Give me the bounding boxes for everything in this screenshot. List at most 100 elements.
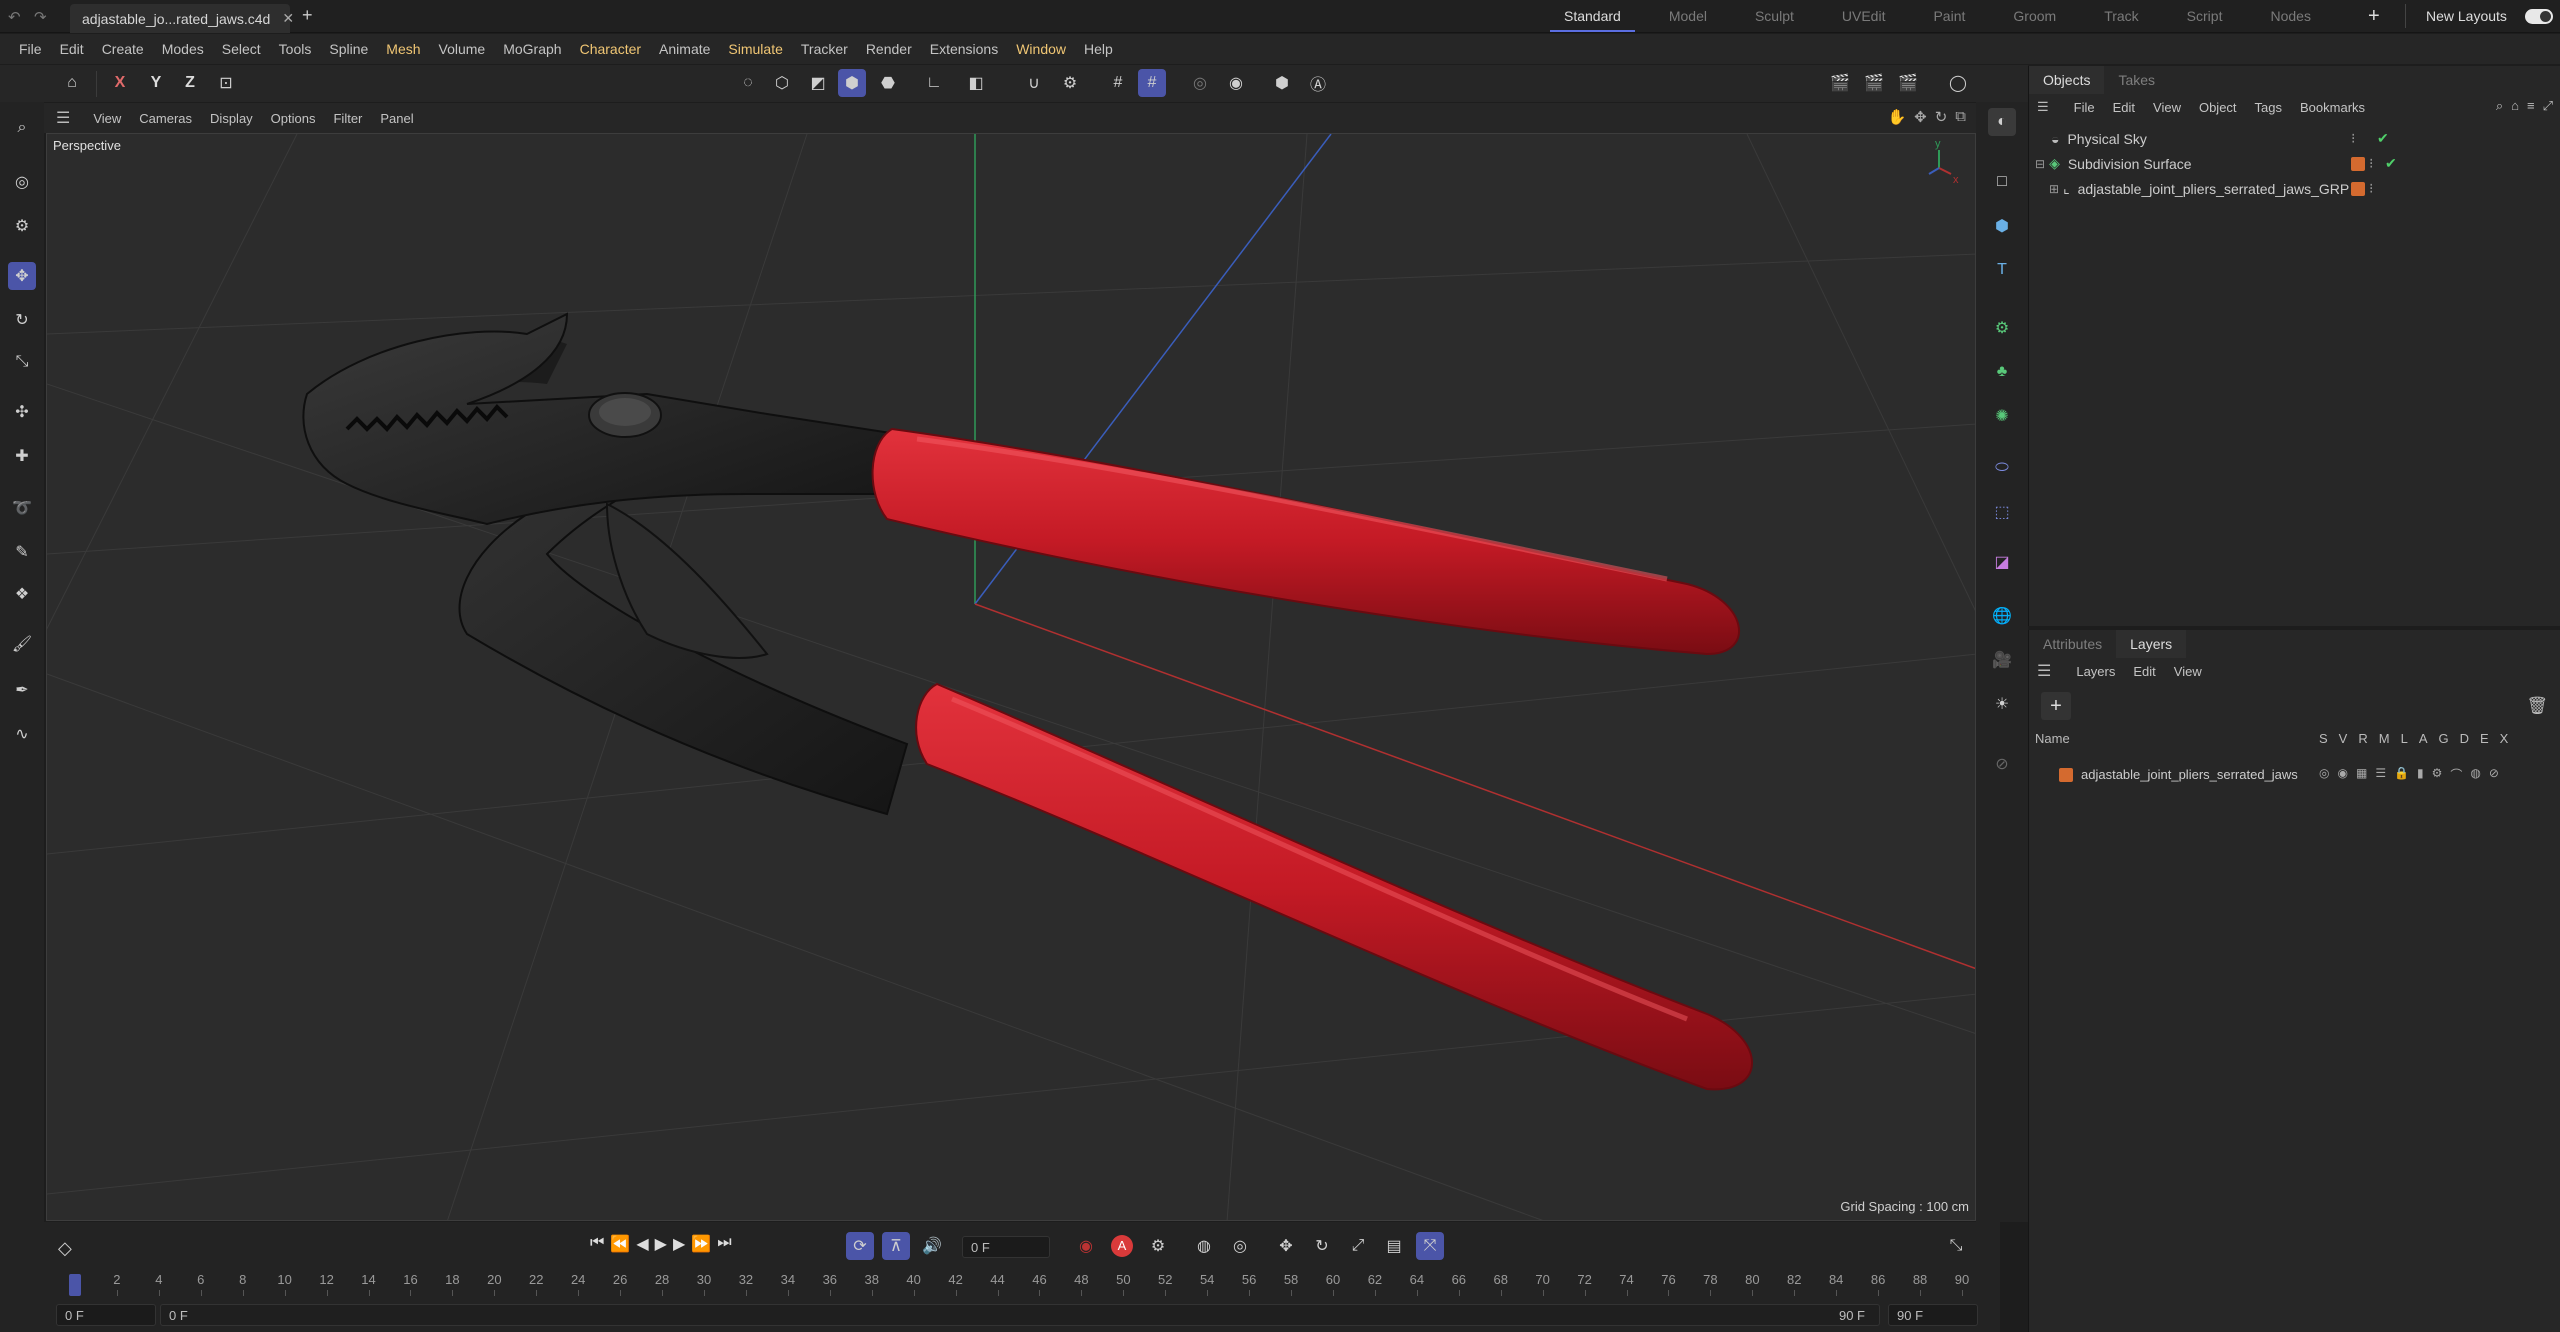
3d-viewport[interactable]: Perspective y x Grid Spacing : 100 cm [46, 133, 1976, 1221]
undo-view-icon[interactable]: ⌂ [58, 69, 86, 97]
viewport-menu-display[interactable]: Display [201, 111, 262, 126]
viewport-hamburger-icon[interactable]: ☰ [56, 108, 70, 128]
menu-spline[interactable]: Spline [320, 41, 377, 57]
render-object-icon[interactable]: ⬢ [1268, 69, 1296, 97]
deformer-icon[interactable]: ⬭ [1988, 454, 2016, 482]
menu-animate[interactable]: Animate [650, 41, 719, 57]
delete-layer-icon[interactable]: 🗑 [2526, 696, 2548, 716]
layer-menu-view[interactable]: View [2165, 664, 2211, 679]
uv-mode-icon[interactable]: ⬣ [874, 69, 902, 97]
transform-tool-icon[interactable]: ✣ [8, 398, 36, 426]
deformer-flag-icon[interactable]: ⌒ [2450, 766, 2462, 783]
expand-icon[interactable]: ⊞ [2049, 182, 2059, 196]
menu-simulate[interactable]: Simulate [719, 41, 791, 57]
layer-menu-layers[interactable]: Layers [2067, 664, 2124, 679]
menu-modes[interactable]: Modes [153, 41, 213, 57]
enabled-check-icon[interactable]: ✔ [2385, 155, 2397, 172]
add-tab-button[interactable]: + [302, 5, 313, 26]
layout-tab-groom[interactable]: Groom [1989, 0, 2080, 33]
render-flag-icon[interactable]: ▦ [2356, 766, 2367, 783]
generator-icon[interactable]: ⚙ [1988, 314, 2016, 342]
layout-tab-model[interactable]: Model [1645, 0, 1731, 33]
cube-object-icon[interactable]: ⬢ [1988, 212, 2016, 240]
end-frame-field[interactable]: 90 F [1888, 1304, 1978, 1326]
disabled-tool-icon[interactable]: ⊘ [1988, 750, 2016, 778]
environment-icon[interactable]: 🌐 [1988, 602, 2016, 630]
tab-objects[interactable]: Objects [2029, 66, 2105, 94]
z-axis-lock-button[interactable]: Z [176, 69, 204, 97]
interactive-render-icon[interactable]: ◯ [1944, 69, 1972, 97]
orbit-view-icon[interactable]: ↻ [1935, 108, 1948, 126]
layer-row[interactable]: adjastable_joint_pliers_serrated_jaws ◎ … [2029, 762, 2560, 787]
text-object-icon[interactable]: T [1988, 256, 2016, 284]
layer-hamburger-icon[interactable]: ☰ [2037, 661, 2051, 681]
add-layout-icon[interactable]: + [2368, 5, 2380, 28]
undo-icon[interactable]: ↶ [8, 8, 21, 26]
collapse-icon[interactable]: ⊟ [2035, 157, 2045, 171]
viewport-menu-panel[interactable]: Panel [371, 111, 422, 126]
soft-selection-icon[interactable]: ◉ [1222, 69, 1250, 97]
object-hamburger-icon[interactable]: ☰ [2037, 99, 2049, 115]
menu-character[interactable]: Character [571, 41, 650, 57]
menu-help[interactable]: Help [1075, 41, 1122, 57]
paint-bucket-icon[interactable]: ✎ [8, 538, 36, 566]
null-object-icon[interactable]: □ [1988, 168, 2016, 196]
field-icon[interactable]: ⬚ [1988, 498, 2016, 526]
mograph-cloner-icon[interactable]: ♣ [1988, 358, 2016, 386]
add-layer-button[interactable]: + [2041, 692, 2071, 720]
brush-icon[interactable]: 🖌 [8, 630, 36, 658]
layer-menu-edit[interactable]: Edit [2124, 664, 2164, 679]
y-axis-lock-button[interactable]: Y [142, 69, 170, 97]
close-tab-icon[interactable]: ✕ [282, 10, 294, 27]
new-layouts-toggle[interactable] [2525, 9, 2553, 24]
layout-tab-track[interactable]: Track [2080, 0, 2162, 33]
solo-flag-icon[interactable]: ◎ [2319, 766, 2329, 783]
pan-view-icon[interactable]: ✋ [1887, 108, 1906, 126]
tab-attributes[interactable]: Attributes [2029, 630, 2116, 658]
display-mode-icon[interactable]: ◐ [1988, 108, 2016, 136]
workplane-snap-icon[interactable]: # [1138, 69, 1166, 97]
visible-flag-icon[interactable]: ◉ [2337, 766, 2347, 783]
start-frame-field[interactable]: 0 F [56, 1304, 156, 1326]
menu-mesh[interactable]: Mesh [377, 41, 429, 57]
layout-tab-standard[interactable]: Standard [1540, 0, 1645, 33]
generator-flag-icon[interactable]: ⚙ [2432, 766, 2443, 783]
search-icon[interactable]: ⌕ [2496, 98, 2503, 114]
viewport-menu-options[interactable]: Options [262, 111, 325, 126]
coordinate-system-icon[interactable]: ⊡ [212, 69, 240, 97]
render-view-icon[interactable]: 🎬 [1826, 69, 1854, 97]
object-menu-edit[interactable]: Edit [2104, 100, 2144, 115]
effector-icon[interactable]: ✺ [1988, 402, 2016, 430]
render-settings-icon[interactable]: 🎬 [1894, 69, 1922, 97]
maximize-view-icon[interactable]: ⧉ [1955, 108, 1966, 126]
object-menu-tags[interactable]: Tags [2246, 100, 2291, 115]
animation-flag-icon[interactable]: ▮ [2417, 766, 2424, 783]
search-icon[interactable]: ⌕ [8, 114, 36, 142]
selection-options-icon[interactable]: ⚙ [8, 212, 36, 240]
menu-tools[interactable]: Tools [270, 41, 321, 57]
viewport-menu-cameras[interactable]: Cameras [130, 111, 201, 126]
rotate-tool-icon[interactable]: ↻ [8, 306, 36, 334]
object-menu-bookmarks[interactable]: Bookmarks [2291, 100, 2374, 115]
magnet-icon[interactable]: ∪ [1020, 69, 1048, 97]
move-tool-icon[interactable]: ✥ [8, 262, 36, 290]
placement-tool-icon[interactable]: ✚ [8, 442, 36, 470]
auto-icon[interactable]: Ⓐ [1304, 69, 1332, 97]
visibility-dots-icon[interactable]: ⁝ [2351, 130, 2355, 147]
menu-volume[interactable]: Volume [430, 41, 495, 57]
playhead[interactable] [69, 1274, 81, 1296]
menu-window[interactable]: Window [1007, 41, 1075, 57]
menu-select[interactable]: Select [213, 41, 270, 57]
object-row-physical-sky[interactable]: ◒ Physical Sky ⁝ ✔ [2029, 126, 2560, 151]
light-object-icon[interactable]: ☀ [1988, 690, 2016, 718]
object-menu-object[interactable]: Object [2190, 100, 2246, 115]
layout-tab-script[interactable]: Script [2163, 0, 2247, 33]
move-view-icon[interactable]: ✥ [1914, 108, 1927, 126]
menu-tracker[interactable]: Tracker [792, 41, 857, 57]
layout-tab-nodes[interactable]: Nodes [2246, 0, 2334, 33]
lock-flag-icon[interactable]: 🔒 [2394, 766, 2409, 783]
menu-edit[interactable]: Edit [51, 41, 93, 57]
scale-tool-icon[interactable]: ⤡ [8, 348, 36, 376]
redo-icon[interactable]: ↷ [34, 8, 47, 26]
visibility-dots-icon[interactable]: ⁝ [2369, 180, 2373, 197]
